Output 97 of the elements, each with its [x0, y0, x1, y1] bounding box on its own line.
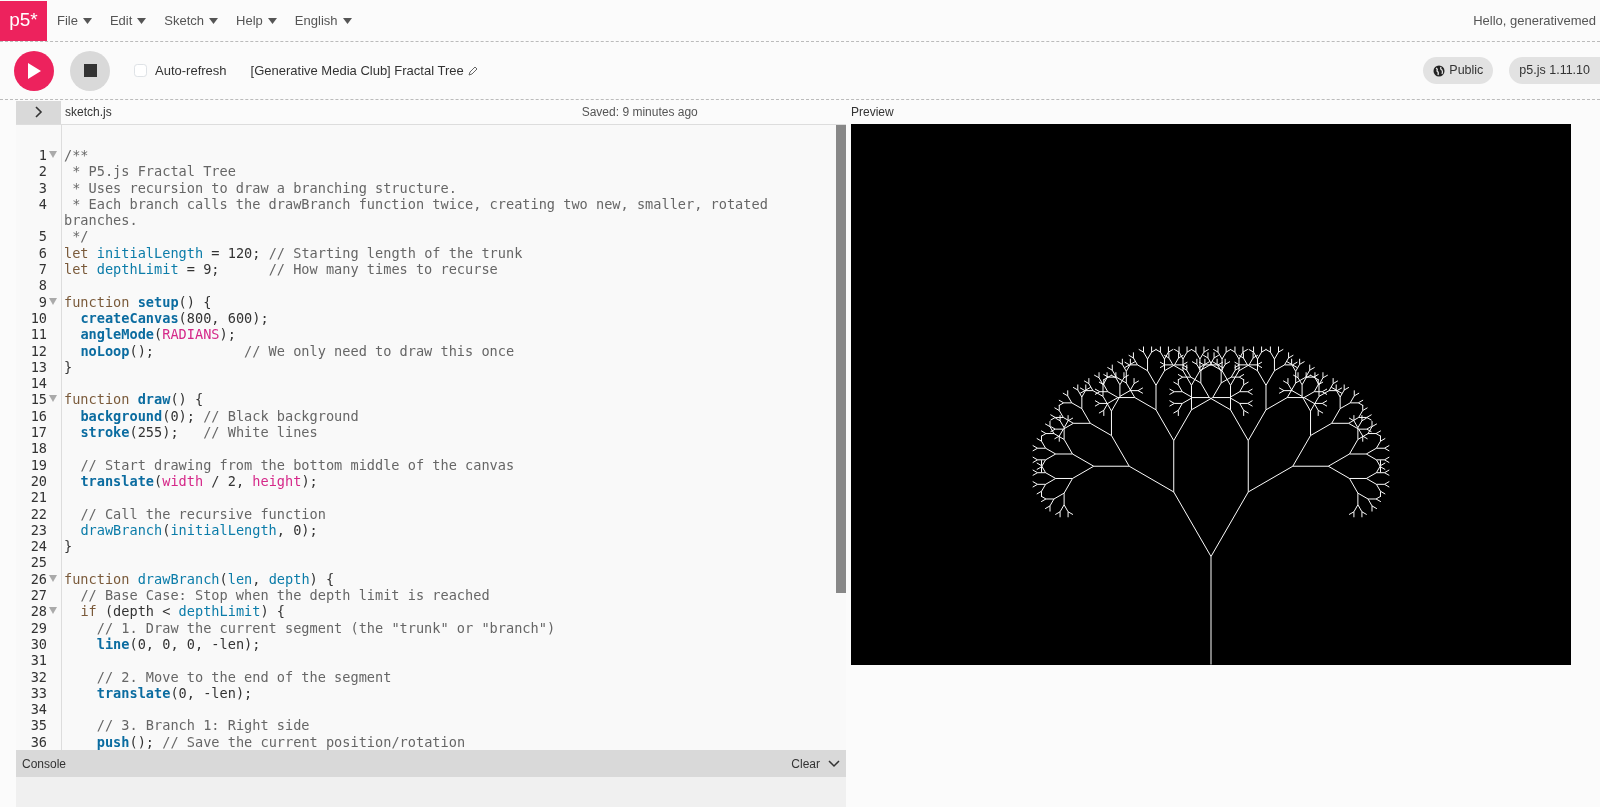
code-line: } [63, 538, 74, 555]
line-number: 15 [29, 391, 47, 408]
line-number: 16 [29, 407, 47, 425]
menu-item[interactable]: Help [236, 10, 277, 31]
caret-icon[interactable] [342, 17, 352, 24]
line-number: 11 [29, 326, 47, 343]
caret-icon[interactable] [209, 17, 219, 24]
line-number: 8 [37, 277, 47, 294]
code-line: // Call the recursive function [79, 505, 327, 522]
save-status: Saved: 9 minutes ago [581, 104, 698, 121]
menu-item[interactable]: File [57, 10, 92, 31]
code-line: translate(width / 2, height); [79, 472, 319, 490]
line-number: 33 [29, 684, 47, 702]
caret-icon[interactable] [137, 17, 147, 24]
code-line: if (depth < depthLimit) { [79, 603, 286, 620]
code-line: /** [63, 147, 90, 164]
code-line: background(0); // Black background [79, 407, 360, 425]
line-number: 1 [37, 147, 47, 164]
line-number: 6 [37, 244, 47, 262]
code-line: // 2. Move to the end of the segment [95, 668, 393, 685]
play-button[interactable] [14, 50, 54, 91]
user-greeting[interactable]: Hello, generativemed [1473, 10, 1600, 31]
code-line: stroke(255); // White lines [79, 424, 319, 441]
caret-icon[interactable] [267, 17, 277, 24]
p5-logo[interactable]: p5* [0, 0, 47, 41]
stop-button[interactable] [70, 50, 110, 91]
code-line: function setup() { [63, 293, 213, 310]
line-number: 28 [29, 603, 47, 620]
preview-label: Preview [851, 104, 894, 121]
code-line: // Start drawing from the bottom middle of the canvas [79, 456, 516, 473]
line-number: 19 [29, 456, 47, 473]
line-number: 20 [29, 472, 47, 490]
play-icon[interactable] [27, 62, 41, 79]
code-line: createCanvas(800, 600); [79, 309, 270, 327]
clear-console-button[interactable]: Clear [791, 754, 820, 773]
code-line: function drawBranch(len, depth) { [63, 570, 336, 587]
visibility-button[interactable]: Public [1423, 57, 1494, 84]
line-number: 10 [29, 309, 47, 327]
code-line: function draw() { [63, 391, 205, 408]
auto-refresh-label[interactable]: Auto-refresh [155, 60, 227, 81]
caret-icon[interactable] [82, 17, 92, 24]
code-line: line(0, 0, 0, -len); [95, 635, 262, 653]
line-number: 26 [29, 570, 47, 587]
line-number: 25 [29, 554, 47, 571]
code-line: * P5.js Fractal Tree [71, 163, 237, 180]
line-number: 2 [37, 163, 47, 180]
line-number: 34 [29, 701, 47, 718]
code-line: */ [71, 228, 90, 245]
code-line: drawBranch(initialLength, 0); [79, 521, 319, 539]
code-line: let initialLength = 120; // Starting length of the trunk [63, 244, 524, 262]
line-number: 21 [29, 489, 47, 506]
auto-refresh-checkbox[interactable] [134, 64, 147, 77]
line-number: 9 [37, 293, 47, 310]
menu-item[interactable]: Edit [109, 10, 147, 31]
code-line: push(); // Save the current position/rotation [95, 733, 467, 750]
code-line: * Uses recursion to draw a branching structure. [71, 179, 458, 196]
line-number: 12 [29, 342, 47, 359]
line-number: 24 [29, 538, 47, 555]
code-line: angleMode(RADIANS); [79, 326, 237, 343]
menu-item[interactable]: English [294, 10, 352, 31]
line-number: 29 [29, 619, 47, 636]
line-number: 36 [29, 733, 47, 750]
code-line: // 3. Branch 1: Right side [95, 717, 311, 734]
line-number: 23 [29, 521, 47, 539]
line-number: 5 [37, 228, 47, 245]
line-number: 17 [29, 424, 47, 441]
code-line: * Each branch calls the drawBranch function twice, creating two new, smaller, rotated branches. [63, 195, 769, 229]
line-number: 32 [29, 668, 47, 685]
line-number: 7 [37, 261, 47, 278]
stop-icon[interactable] [83, 64, 97, 77]
globe-icon[interactable] [1433, 64, 1446, 77]
line-number: 18 [29, 440, 47, 457]
code-line: noLoop(); // We only need to draw this once [79, 342, 516, 359]
line-number: 13 [29, 358, 47, 376]
version-label[interactable]: p5.js 1.11.10 [1509, 57, 1600, 84]
line-number: 27 [29, 587, 47, 604]
chevron-down-icon[interactable] [828, 759, 840, 768]
chevron-right-icon[interactable] [34, 106, 43, 118]
line-number: 3 [37, 179, 47, 196]
sketch-title[interactable]: [Generative Media Club] Fractal Tree [250, 60, 464, 81]
line-number: 30 [29, 635, 47, 653]
pencil-icon[interactable] [467, 65, 478, 76]
console-title: Console [22, 755, 67, 773]
line-number: 31 [29, 652, 47, 669]
sidebar-toggle-button[interactable] [16, 100, 61, 124]
file-name: sketch.js [65, 104, 112, 121]
line-number: 22 [29, 505, 47, 522]
code-line: } [63, 358, 74, 376]
code-line: let depthLimit = 9; // How many times to recurse [63, 261, 499, 278]
line-number: 4 [37, 195, 47, 214]
menu-item[interactable]: Sketch [164, 10, 219, 31]
scrollbar[interactable] [836, 125, 846, 593]
code-line: // Base Case: Stop when the depth limit is reached [79, 587, 491, 604]
line-number: 14 [29, 375, 47, 392]
code-line: translate(0, -len); [95, 684, 254, 702]
line-number: 35 [29, 717, 47, 734]
code-line: // 1. Draw the current segment (the "trunk" or "branch") [95, 619, 557, 636]
